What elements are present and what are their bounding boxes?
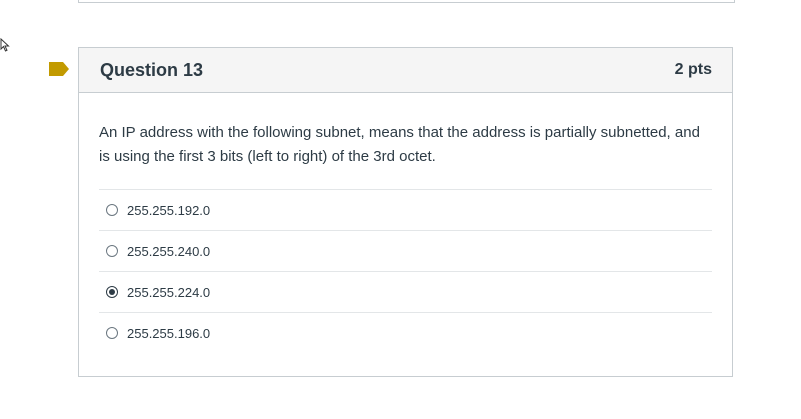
question-card: Question 13 2 pts An IP address with the…	[78, 47, 733, 377]
question-text: An IP address with the following subnet,…	[99, 124, 700, 165]
cursor-arrow-icon	[0, 38, 10, 52]
question-points: 2 pts	[674, 61, 712, 78]
answer-label: 255.255.196.0	[127, 325, 211, 341]
question-title: Question 13	[100, 59, 204, 80]
answer-label: 255.255.240.0	[127, 243, 211, 259]
answer-label: 255.255.192.0	[127, 202, 211, 218]
answer-option-3[interactable]: 255.255.224.0	[99, 272, 712, 313]
question-header: Question 13 2 pts	[79, 48, 732, 93]
answer-option-4[interactable]: 255.255.196.0	[99, 313, 712, 353]
radio-button[interactable]	[106, 327, 118, 339]
radio-button[interactable]	[106, 286, 118, 298]
question-body: An IP address with the following subnet,…	[79, 93, 732, 353]
radio-button[interactable]	[106, 245, 118, 257]
answer-list: 255.255.192.0 255.255.240.0 255.255.224.…	[99, 189, 712, 353]
previous-question-card	[78, 0, 735, 3]
answer-label: 255.255.224.0	[127, 284, 211, 300]
radio-button[interactable]	[106, 204, 118, 216]
flag-icon[interactable]	[48, 61, 70, 77]
answer-option-2[interactable]: 255.255.240.0	[99, 231, 712, 272]
answer-option-1[interactable]: 255.255.192.0	[99, 190, 712, 231]
